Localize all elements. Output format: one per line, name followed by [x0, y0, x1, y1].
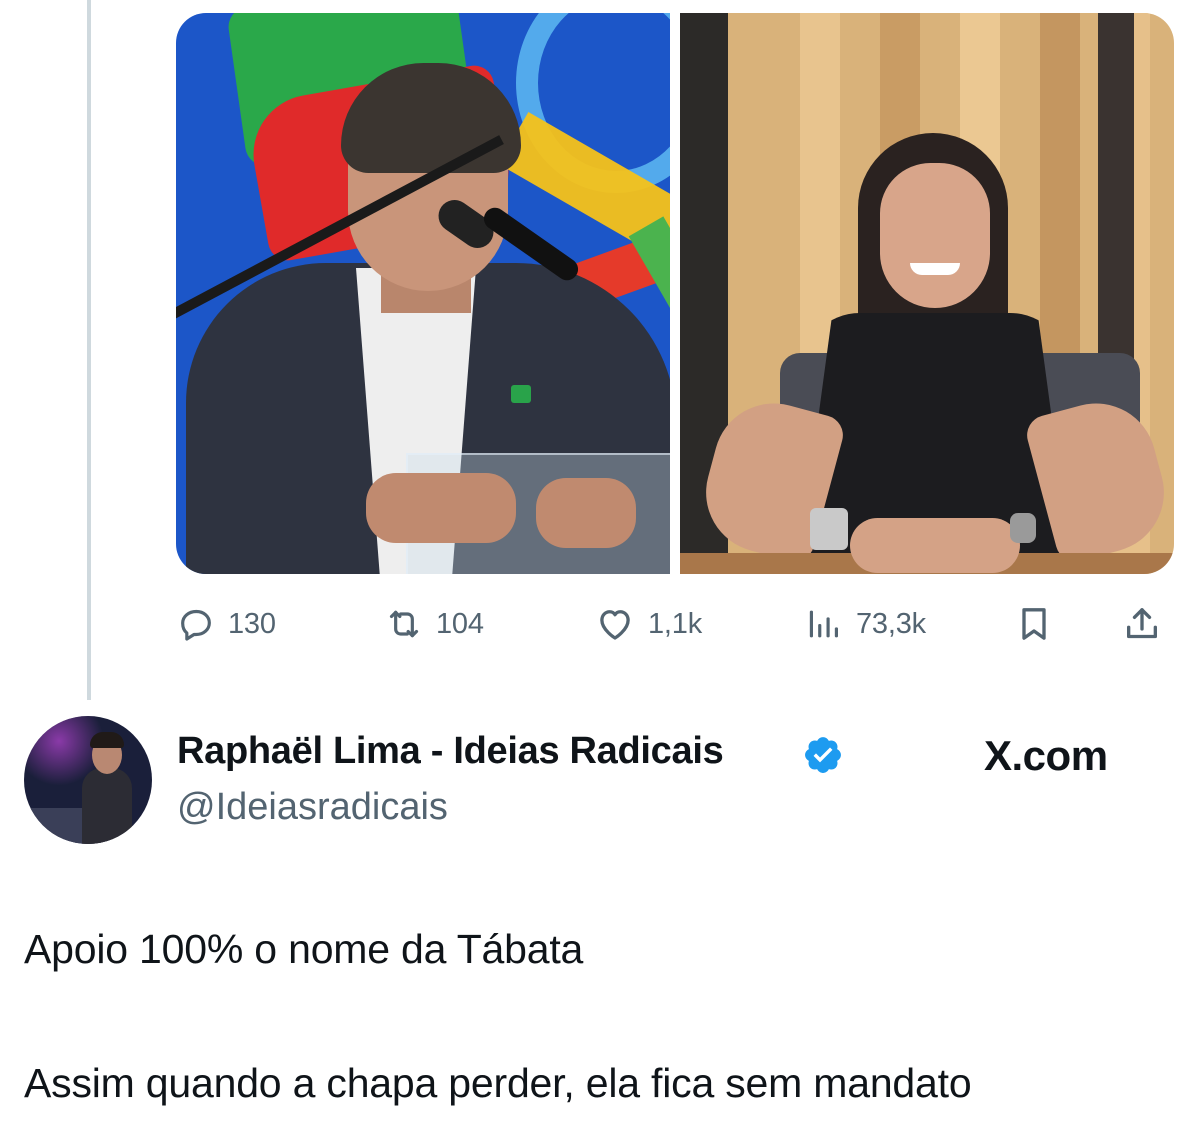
views-button[interactable]: 73,3k [804, 600, 926, 648]
tweet-text-line: Apoio 100% o nome da Tábata [24, 926, 584, 972]
author-handle[interactable]: @Ideiasradicais [177, 786, 448, 829]
tweet-media-grid [176, 13, 1174, 574]
like-icon [594, 603, 636, 645]
share-button[interactable] [1122, 600, 1162, 648]
tweet-screenshot: 130 104 1,1k 73,3k Raphaël Lima - Ideias… [0, 0, 1200, 1136]
author-avatar[interactable] [24, 716, 152, 844]
x-brand-watermark: X.com [984, 732, 1108, 779]
media-photo-2[interactable] [680, 13, 1174, 574]
verified-badge-icon [802, 734, 844, 776]
like-button[interactable]: 1,1k [594, 600, 702, 648]
reply-button[interactable]: 130 [176, 600, 276, 648]
views-count: 73,3k [856, 607, 926, 640]
views-icon [804, 604, 844, 644]
bookmark-button[interactable] [1014, 600, 1054, 648]
thread-connector-line [87, 0, 91, 700]
reply-count: 130 [228, 607, 276, 640]
tweet-action-bar: 130 104 1,1k 73,3k [176, 596, 1176, 652]
reply-icon [176, 604, 216, 644]
retweet-icon [384, 604, 424, 644]
like-count: 1,1k [648, 607, 703, 640]
share-icon [1122, 604, 1162, 644]
retweet-count: 104 [436, 607, 484, 640]
tweet-text-line: Assim quando a chapa perder, ela fica se… [24, 1060, 972, 1106]
media-photo-1[interactable] [176, 13, 670, 574]
bookmark-icon [1014, 604, 1054, 644]
author-display-name[interactable]: Raphaël Lima - Ideias Radicais [177, 730, 724, 773]
retweet-button[interactable]: 104 [384, 600, 484, 648]
